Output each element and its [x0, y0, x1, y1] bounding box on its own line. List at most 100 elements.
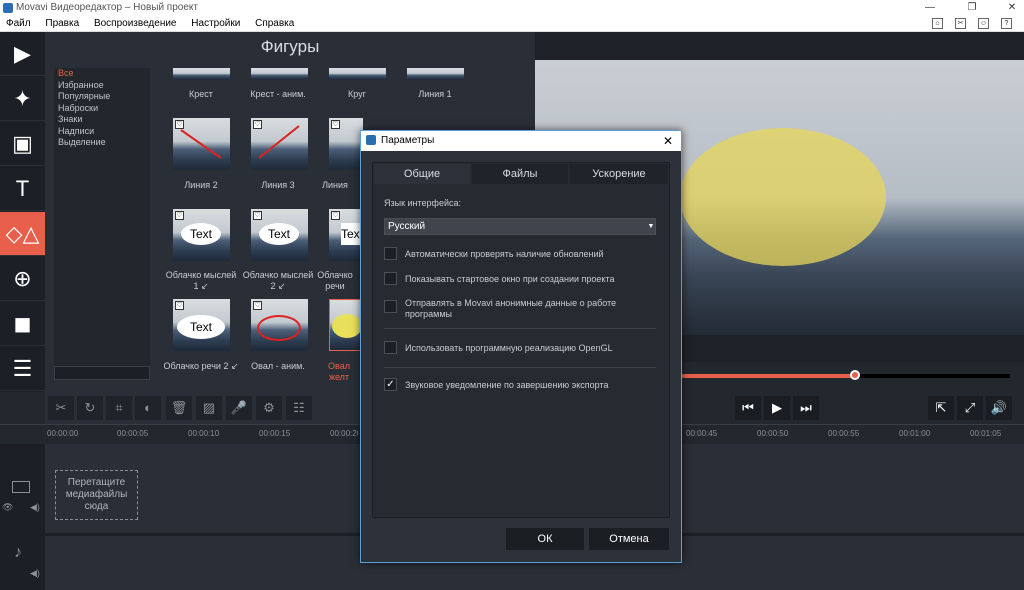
tab-general[interactable]: Общие — [374, 164, 470, 184]
import-media-icon[interactable]: ▶ — [0, 32, 45, 76]
menu-playback[interactable]: Воспроизведение — [88, 16, 183, 31]
menu-edit[interactable]: Правка — [39, 16, 85, 31]
previous-icon[interactable]: ⏮ — [735, 396, 761, 420]
cart-icon[interactable]: ⌂ — [932, 18, 943, 29]
arrow-line-icon — [258, 125, 300, 159]
favorite-icon[interactable]: ♡ — [253, 211, 262, 220]
tools-icon[interactable]: ✂ — [955, 18, 966, 29]
image-icon[interactable]: ▨ — [196, 396, 222, 420]
category-item[interactable]: Наброски — [54, 103, 150, 115]
shape-thumb[interactable]: ♡ — [251, 118, 308, 170]
shape-thumb[interactable]: ♡ Text — [173, 299, 230, 351]
menu-settings[interactable]: Настройки — [185, 16, 246, 31]
info-icon[interactable]: ? — [1001, 18, 1012, 29]
separator — [384, 328, 656, 329]
separator — [384, 367, 656, 368]
favorite-icon[interactable]: ♡ — [175, 301, 184, 310]
shape-label: Линия 3 — [261, 180, 295, 190]
menu-file[interactable]: Файл — [0, 16, 37, 31]
settings-icon[interactable]: ⚙ — [256, 396, 282, 420]
option-label: Использовать программную реализацию Open… — [405, 343, 613, 353]
shape-label: Круг — [348, 89, 366, 99]
titles-icon[interactable]: T — [0, 167, 45, 211]
option-checkbox-sound-notify[interactable]: ✓ — [384, 378, 397, 391]
language-select[interactable]: Русский — [384, 218, 656, 235]
equalizer-icon[interactable]: ☷ — [286, 396, 312, 420]
delete-icon[interactable]: 🗑 — [166, 396, 192, 420]
option-checkbox-anonymous-data[interactable] — [384, 300, 397, 313]
tab-acceleration[interactable]: Ускорение — [570, 164, 668, 184]
category-item[interactable]: Выделение — [54, 137, 150, 149]
shape-label: Овал желт — [328, 361, 350, 382]
minimize-icon[interactable]: — — [918, 1, 942, 15]
shape-thumb[interactable] — [329, 299, 363, 351]
cancel-button[interactable]: Отмена — [589, 528, 669, 550]
shape-thumb[interactable]: ♡ — [329, 118, 363, 170]
audio-volume-icon[interactable]: ◀) — [30, 568, 40, 579]
play-icon[interactable]: ▶ — [764, 396, 790, 420]
ok-button[interactable]: ОК — [506, 528, 584, 550]
dialog-logo-icon — [366, 135, 376, 145]
menu-help[interactable]: Справка — [249, 16, 300, 31]
yellow-ellipse-overlay[interactable] — [680, 128, 886, 266]
shape-label: Линия — [322, 180, 348, 190]
dropdown-arrow-icon[interactable]: ▼ — [646, 218, 656, 235]
dialog-close-icon[interactable]: ✕ — [658, 132, 678, 150]
cut-icon[interactable]: ✂ — [48, 396, 74, 420]
account-icon[interactable]: ☺ — [978, 18, 989, 29]
magic-wand-icon[interactable]: ✦ — [0, 77, 45, 121]
eye-icon[interactable]: 👁 — [2, 502, 13, 513]
menu-bar: Файл Правка Воспроизведение Настройки Сп… — [0, 16, 1024, 32]
external-preview-icon[interactable]: ⇱ — [928, 396, 954, 420]
favorite-icon[interactable]: ♡ — [331, 211, 340, 220]
timeline-tick: 00:00:00 — [47, 429, 79, 438]
shape-thumb[interactable] — [251, 68, 308, 80]
zoom-icon[interactable]: ⊕ — [0, 257, 45, 301]
favorite-icon[interactable]: ♡ — [253, 301, 262, 310]
option-checkbox-start-window[interactable] — [384, 272, 397, 285]
favorite-icon[interactable]: ♡ — [175, 211, 184, 220]
option-checkbox-updates[interactable] — [384, 247, 397, 260]
category-item[interactable]: Надписи — [54, 126, 150, 138]
tab-files[interactable]: Файлы — [472, 164, 568, 184]
next-icon[interactable]: ⏭ — [793, 396, 819, 420]
shape-label: Линия 2 — [184, 180, 218, 190]
shape-label: Крест — [189, 89, 213, 99]
shape-thumb[interactable] — [329, 68, 386, 80]
transitions-icon[interactable]: ▣ — [0, 122, 45, 166]
shapes-icon[interactable]: ◇△ — [0, 212, 45, 256]
category-item[interactable]: Популярные — [54, 91, 150, 103]
option-checkbox-opengl[interactable] — [384, 341, 397, 354]
shape-thumb[interactable] — [173, 68, 230, 80]
highlight-icon[interactable]: ◼ — [0, 302, 45, 346]
favorite-icon[interactable]: ♡ — [331, 120, 340, 129]
oval-shape-icon — [257, 315, 301, 341]
shape-thumb[interactable]: ♡ Text — [173, 209, 230, 261]
category-item[interactable]: Знаки — [54, 114, 150, 126]
color-adjust-icon[interactable]: ◐ — [135, 396, 161, 420]
language-label: Язык интерфейса: — [384, 198, 462, 208]
more-tools-icon[interactable]: ☰ — [0, 347, 45, 391]
microphone-icon[interactable]: 🎤 — [226, 396, 252, 420]
yellow-oval-icon — [332, 314, 362, 338]
dialog-title: Параметры — [361, 131, 681, 151]
close-icon[interactable]: ✕ — [1000, 1, 1024, 15]
category-search-input[interactable] — [54, 366, 150, 380]
shape-thumb[interactable]: ♡ Text — [329, 209, 363, 261]
restore-icon[interactable]: ❐ — [960, 1, 984, 15]
drop-zone[interactable]: Перетащите медиафайлы сюда — [55, 470, 138, 520]
shape-thumb[interactable] — [407, 68, 464, 80]
fullscreen-icon[interactable]: ⤢ — [957, 396, 983, 420]
crop-icon[interactable]: ⌗ — [106, 396, 132, 420]
category-item[interactable]: Все — [54, 68, 150, 80]
seek-handle[interactable] — [850, 370, 860, 380]
category-item[interactable]: Избранное — [54, 80, 150, 92]
timeline-tick: 00:00:50 — [757, 429, 789, 438]
shape-thumb[interactable]: ♡ — [173, 118, 230, 170]
shape-thumb[interactable]: ♡ Text — [251, 209, 308, 261]
shape-thumb[interactable]: ♡ — [251, 299, 308, 351]
volume-icon[interactable]: 🔊 — [986, 396, 1012, 420]
rotate-icon[interactable]: ↻ — [77, 396, 103, 420]
thought-bubble: Text — [259, 223, 299, 245]
track-volume-icon[interactable]: ◀) — [30, 502, 40, 513]
